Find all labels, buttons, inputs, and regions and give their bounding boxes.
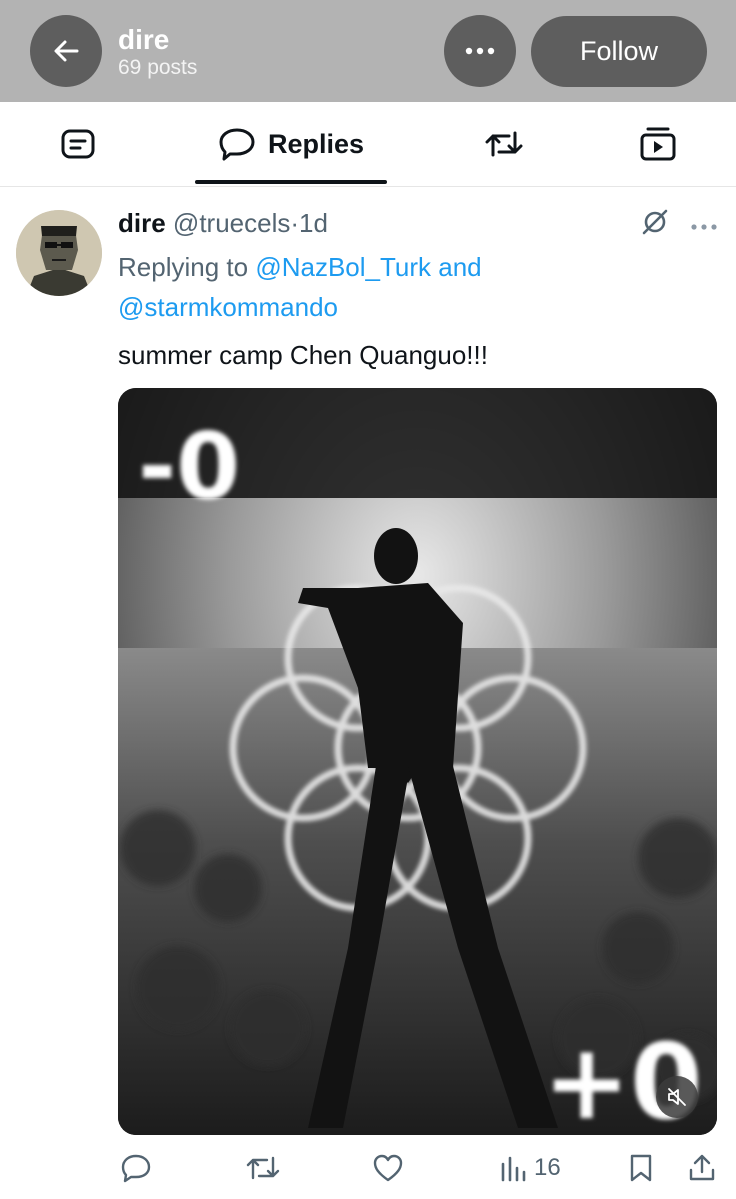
follow-button[interactable]: Follow [531, 16, 707, 87]
active-tab-indicator [195, 180, 387, 184]
tweet-text: summer camp Chen Quanguo!!! [118, 340, 488, 370]
reply-button[interactable] [120, 1150, 152, 1186]
tweet-timestamp[interactable]: 1d [299, 208, 328, 238]
heart-icon [373, 1154, 403, 1182]
bookmark-icon [630, 1154, 652, 1182]
grok-button[interactable] [640, 207, 670, 242]
more-dots-icon [691, 224, 717, 230]
more-options-button[interactable] [444, 15, 516, 87]
mute-toggle-button[interactable] [656, 1076, 698, 1118]
post-count: 69 posts [118, 56, 198, 79]
more-dots-icon [465, 47, 495, 55]
profile-title: dire 69 posts [118, 24, 197, 80]
profile-tabs: Replies [0, 102, 736, 187]
video-icon [640, 127, 676, 161]
mention-link[interactable]: @starmkommando [118, 292, 338, 322]
tweet-action-bar: 16 [0, 1150, 736, 1190]
repost-button[interactable] [245, 1150, 281, 1186]
speech-bubble-icon [219, 128, 255, 161]
back-arrow-icon [54, 40, 79, 62]
avatar-portrait-image [16, 210, 102, 296]
tweet-more-button[interactable] [690, 218, 718, 236]
grok-icon [642, 209, 668, 235]
posts-icon [61, 129, 95, 159]
share-button[interactable] [688, 1150, 716, 1186]
tab-replies[interactable]: Replies [195, 102, 387, 186]
mention-conjunction[interactable]: and [438, 252, 481, 282]
speaker-muted-icon [668, 1088, 686, 1106]
tweet-video[interactable]: -0 +0 [118, 388, 717, 1135]
replying-to-line: Replying to @NazBol_Turk and @starmkomma… [118, 247, 638, 327]
video-frame-image: -0 +0 [118, 388, 717, 1135]
repost-icon [485, 131, 523, 157]
avatar[interactable] [16, 210, 102, 296]
tab-reposts[interactable] [466, 102, 542, 186]
tweet-header: dire @truecels·1d [118, 205, 328, 241]
tab-posts[interactable] [40, 102, 116, 186]
share-icon [689, 1154, 715, 1181]
tweet-author-handle[interactable]: @truecels [173, 208, 290, 238]
back-button[interactable] [30, 15, 102, 87]
repost-icon [246, 1156, 280, 1180]
like-button[interactable] [372, 1150, 404, 1186]
mention-link[interactable]: @NazBol_Turk [255, 252, 431, 282]
overlay-top-text: -0 [138, 413, 240, 520]
reply-icon [121, 1154, 151, 1183]
replying-to-label: Replying to [118, 252, 249, 282]
profile-header-bar: dire 69 posts Follow [0, 0, 736, 102]
bookmark-button[interactable] [628, 1150, 654, 1186]
tab-media[interactable] [620, 102, 696, 186]
tweet-author-name[interactable]: dire [118, 208, 166, 238]
separator-dot: · [290, 208, 300, 238]
views-button[interactable]: 16 [500, 1150, 561, 1186]
analytics-bars-icon [501, 1156, 526, 1182]
views-count: 16 [534, 1154, 561, 1181]
profile-name: dire [118, 24, 170, 55]
tab-replies-label: Replies [267, 128, 365, 159]
